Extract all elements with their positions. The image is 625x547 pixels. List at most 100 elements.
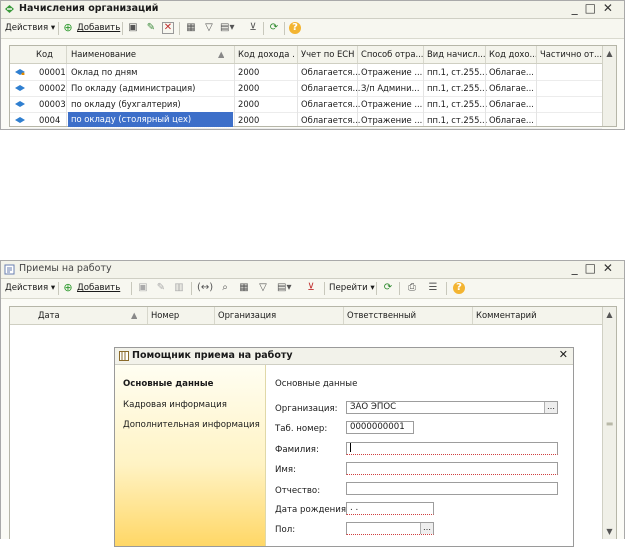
col-method[interactable]: Способ отра... xyxy=(361,49,423,59)
sort-icon[interactable]: ▲ xyxy=(218,49,224,59)
refresh-icon[interactable]: ⟳ xyxy=(268,22,280,34)
cell-code2: Облагае... xyxy=(489,99,534,109)
clear-filter-icon[interactable]: ⊻ xyxy=(247,22,259,34)
actions-menu[interactable]: Действия ▾ xyxy=(5,281,55,295)
nav-item-basic[interactable]: Основные данные xyxy=(123,379,213,389)
cell-code2: Облагае... xyxy=(489,115,534,125)
filter-icon[interactable]: ▦ xyxy=(185,22,197,34)
col-organization[interactable]: Организация xyxy=(218,310,276,320)
scroll-up-icon[interactable]: ▲ xyxy=(603,49,616,58)
col-income-code[interactable]: Код дохода ... xyxy=(238,49,295,59)
col-comment[interactable]: Комментарий xyxy=(476,310,537,320)
table-row-selected[interactable]: 0004 по окладу (столярный цех) 2000 Обла… xyxy=(10,111,602,129)
delete-icon[interactable]: ▥ xyxy=(173,282,185,294)
wizard-nav: Основные данные Кадровая информация Допо… xyxy=(115,365,266,546)
edit-icon[interactable]: ✎ xyxy=(155,282,167,294)
structure-icon[interactable]: ☰ xyxy=(427,282,439,294)
filter-dropdown-icon[interactable]: ▤▾ xyxy=(220,22,234,34)
col-kind[interactable]: Вид начисл... xyxy=(427,49,486,59)
copy-icon[interactable]: ▣ xyxy=(127,22,139,34)
filter-list-icon[interactable]: ▽ xyxy=(203,22,215,34)
cell-name-selected[interactable]: по окладу (столярный цех) xyxy=(67,111,234,128)
accruals-titlebar: Начисления организаций _□✕ xyxy=(1,1,624,19)
table-row[interactable]: 00001 Оклад по дням 2000 Облагается... О… xyxy=(10,64,602,81)
col-code[interactable]: Код xyxy=(36,49,53,59)
birth-date-value: . . xyxy=(350,503,359,513)
help-icon[interactable]: ? xyxy=(453,282,465,294)
name-label: Имя: xyxy=(275,465,296,475)
add-icon[interactable]: ⊕ xyxy=(62,22,74,34)
clear-filter-icon[interactable]: ⊻ xyxy=(305,282,317,294)
scroll-down-icon[interactable]: ▼ xyxy=(603,527,616,536)
edit-icon[interactable]: ✎ xyxy=(145,22,157,34)
col-partial[interactable]: Частично от... xyxy=(540,49,602,59)
section-title: Основные данные xyxy=(275,379,358,389)
filter-icon[interactable]: ▦ xyxy=(238,282,250,294)
add-button[interactable]: Добавить xyxy=(77,21,120,35)
col-date[interactable]: Дата xyxy=(38,310,60,320)
col-name[interactable]: Наименование xyxy=(71,49,136,59)
cell-kind: пп.1, ст.255... xyxy=(427,83,488,93)
col-responsible[interactable]: Ответственный xyxy=(347,310,416,320)
gender-select-button[interactable]: … xyxy=(420,523,433,534)
org-field[interactable]: ЗАО ЭПОС … xyxy=(346,401,558,414)
patronymic-label: Отчество: xyxy=(275,486,321,496)
tab-number-label: Таб. номер: xyxy=(275,424,328,434)
cell-esn: Облагается... xyxy=(301,83,361,93)
org-select-button[interactable]: … xyxy=(544,402,557,413)
copy-icon[interactable]: ▣ xyxy=(137,282,149,294)
cell-method: Отражение ... xyxy=(361,67,423,77)
nav-item-personnel[interactable]: Кадровая информация xyxy=(123,400,227,410)
cell-esn: Облагается... xyxy=(301,67,361,77)
col-income-code-2[interactable]: Код дохо... xyxy=(489,49,538,59)
table-row[interactable]: 00002 По окладу (администрация) 2000 Обл… xyxy=(10,80,602,97)
surname-label: Фамилия: xyxy=(275,445,319,455)
birth-date-field[interactable]: . . xyxy=(346,502,434,515)
surname-field[interactable] xyxy=(346,442,558,455)
patronymic-field[interactable] xyxy=(346,482,558,495)
add-button[interactable]: Добавить xyxy=(77,281,120,295)
hiring-table-header: Дата ▲ Номер Организация Ответственный К… xyxy=(10,307,602,325)
cell-kind: пп.1, ст.255... xyxy=(427,67,488,77)
gender-label: Пол: xyxy=(275,525,296,535)
delete-icon[interactable]: ✕ xyxy=(162,22,174,34)
cell-code: 0004 xyxy=(39,115,61,125)
cell-code2: Облагае... xyxy=(489,67,534,77)
col-number[interactable]: Номер xyxy=(151,310,179,320)
filter-dropdown-icon[interactable]: ▤▾ xyxy=(277,282,291,294)
col-esn[interactable]: Учет по ЕСН xyxy=(301,49,354,59)
close-icon[interactable]: ✕ xyxy=(559,348,568,361)
scroll-thumb[interactable]: ▬ xyxy=(603,419,616,428)
sort-icon[interactable]: ▲ xyxy=(131,310,137,320)
print-icon[interactable]: ⎙ xyxy=(406,282,418,294)
accrual-row-icon xyxy=(15,117,25,123)
nav-item-additional[interactable]: Дополнительная информация xyxy=(123,420,260,430)
actions-menu[interactable]: Действия ▾ xyxy=(5,21,55,35)
refresh-icon[interactable]: ⟳ xyxy=(382,282,394,294)
window-controls[interactable]: _□✕ xyxy=(572,261,620,275)
birth-date-label: Дата рождения: xyxy=(275,505,349,515)
tab-number-field[interactable]: 0000000001 xyxy=(346,421,414,434)
hiring-scrollbar[interactable]: ▲ ▬ ▼ xyxy=(602,307,616,539)
cell-name: По окладу (администрация) xyxy=(71,83,196,93)
cell-income: 2000 xyxy=(238,83,260,93)
search-icon[interactable]: ⌕ xyxy=(219,282,231,294)
cell-name: Оклад по дням xyxy=(71,67,138,77)
table-row[interactable]: 00003 по окладу (бухгалтерия) 2000 Облаг… xyxy=(10,96,602,113)
window-controls[interactable]: _□✕ xyxy=(572,1,620,15)
goto-menu[interactable]: Перейти ▾ xyxy=(329,281,375,295)
gender-field[interactable]: … xyxy=(346,522,434,535)
interval-icon[interactable]: (↔) xyxy=(197,282,213,294)
accruals-scrollbar[interactable]: ▲ xyxy=(602,46,616,126)
add-icon[interactable]: ⊕ xyxy=(62,282,74,294)
accruals-toolbar: Действия ▾ ⊕ Добавить ▣ ✎ ✕ ▦ ▽ ▤▾ ⊻ ⟳ ? xyxy=(1,19,624,39)
cell-method: Отражение ... xyxy=(361,99,423,109)
cell-method: Отражение ... xyxy=(361,115,423,125)
name-field[interactable] xyxy=(346,462,558,475)
cell-code2: Облагае... xyxy=(489,83,534,93)
org-value: ЗАО ЭПОС xyxy=(350,402,397,412)
filter-list-icon[interactable]: ▽ xyxy=(257,282,269,294)
help-icon[interactable]: ? xyxy=(289,22,301,34)
cell-name: по окладу (бухгалтерия) xyxy=(71,99,181,109)
scroll-up-icon[interactable]: ▲ xyxy=(603,310,616,319)
